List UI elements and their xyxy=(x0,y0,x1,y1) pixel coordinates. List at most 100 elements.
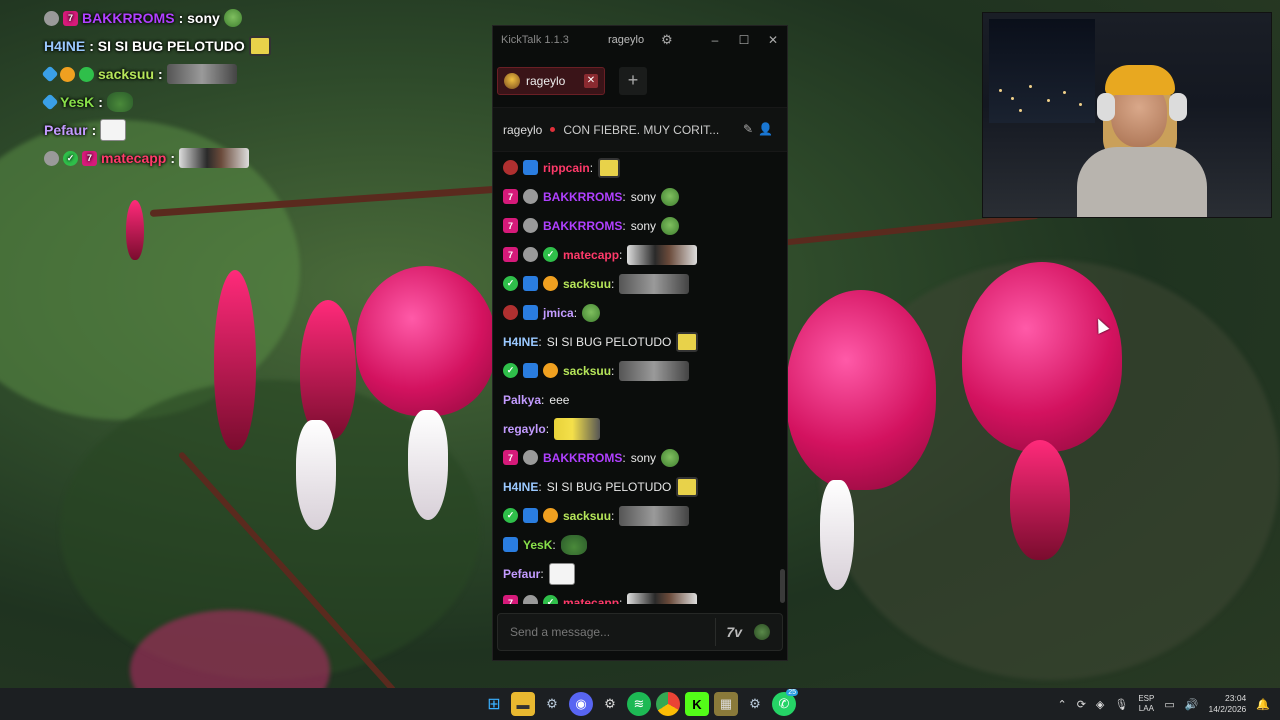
game-icon[interactable]: ▦ xyxy=(714,692,738,716)
subscriber-badge-icon: 7 xyxy=(82,150,97,166)
discord-icon[interactable]: ◉ xyxy=(569,692,593,716)
whatsapp-icon[interactable]: ✆ 25 xyxy=(772,689,798,716)
chat-username[interactable]: jmica xyxy=(543,306,574,320)
green-badge-icon: ✓ xyxy=(503,276,518,291)
chat-message[interactable]: H4INE: SI SI BUG PELOTUDO xyxy=(503,327,787,356)
chat-message[interactable]: regaylo: xyxy=(503,414,787,443)
photo-emote-icon xyxy=(619,273,690,294)
file-explorer-icon[interactable]: ▬ xyxy=(511,692,535,716)
message-input[interactable] xyxy=(510,625,716,639)
chat-message-text: eee xyxy=(549,392,570,407)
kicktalk-window: KickTalk 1.1.3 rageylo ⚙ – ☐ ✕ rageylo ✕… xyxy=(492,25,788,661)
taskbar-apps: ⊞ ▬ ⚙ ◉ ⚙ ≋ K ▦ ⚙ ✆ 25 xyxy=(482,689,798,716)
chat-message[interactable]: Pefaur: xyxy=(503,559,787,588)
windows-start-icon[interactable]: ⊞ xyxy=(482,692,506,716)
gear-icon[interactable]: ⚙ xyxy=(661,32,675,47)
chrome-icon[interactable] xyxy=(656,692,680,716)
chat-username[interactable]: sacksuu xyxy=(563,277,611,291)
chevron-up-icon[interactable]: ⌃ xyxy=(1057,698,1066,711)
spotify-icon[interactable]: ≋ xyxy=(627,692,651,716)
overlay-chat-line: 7 BAKKRROMS : sony xyxy=(44,4,334,32)
colon: : xyxy=(622,189,626,204)
emote-picker-icon[interactable] xyxy=(754,624,770,640)
minion-emote-icon xyxy=(554,417,601,440)
chat-username[interactable]: H4INE xyxy=(503,335,538,349)
microphone-icon[interactable]: 🎙 xyxy=(1114,698,1128,711)
blue-badge-icon xyxy=(523,363,538,378)
close-tab-icon[interactable]: ✕ xyxy=(584,73,598,88)
channel-username[interactable]: rageylo xyxy=(503,123,542,137)
webcam-feed xyxy=(982,12,1272,218)
chat-scrollbar[interactable] xyxy=(780,569,785,603)
chat-message[interactable]: 7 ✓ matecapp: xyxy=(503,588,787,604)
colon: : xyxy=(622,450,626,465)
chat-message[interactable]: rippcain: xyxy=(503,153,787,182)
7tv-emote-picker-icon[interactable]: 7v xyxy=(726,624,742,640)
steam-icon[interactable]: ⚙ xyxy=(540,692,564,716)
moderator-badge-icon xyxy=(41,93,59,111)
close-button[interactable]: ✕ xyxy=(763,31,783,49)
chat-username[interactable]: sacksuu xyxy=(563,364,611,378)
pin-icon[interactable]: ✎ xyxy=(743,122,753,136)
chat-username[interactable]: BAKKRROMS xyxy=(543,451,622,465)
chat-message[interactable]: ✓ sacksuu: xyxy=(503,501,787,530)
green-badge-icon: ✓ xyxy=(503,508,518,523)
chat-message[interactable]: Palkya: eee xyxy=(503,385,787,414)
settings-icon[interactable]: ⚙ xyxy=(598,692,622,716)
chat-message[interactable]: 7 BAKKRROMS: sony xyxy=(503,443,787,472)
chat-message[interactable]: YesK: xyxy=(503,530,787,559)
chat-username[interactable]: Palkya xyxy=(503,393,541,407)
chat-username[interactable]: YesK xyxy=(523,538,552,552)
titlebar-username[interactable]: rageylo xyxy=(608,34,644,46)
chat-messages[interactable]: rippcain:7 BAKKRROMS: sony 7 BAKKRROMS: sony 7… xyxy=(493,153,787,604)
chat-username[interactable]: H4INE xyxy=(503,480,538,494)
peepo-emote-icon xyxy=(106,92,133,112)
minimize-button[interactable]: – xyxy=(705,31,725,49)
sync-icon[interactable]: ⟳ xyxy=(1077,698,1086,711)
orange-badge-icon xyxy=(543,508,558,523)
sponge-emote-icon xyxy=(598,157,621,178)
photo-emote-icon xyxy=(619,505,690,526)
chat-username[interactable]: sacksuu xyxy=(563,509,611,523)
chat-message[interactable]: jmica: xyxy=(503,298,787,327)
chat-username[interactable]: rippcain xyxy=(543,161,590,175)
window-titlebar[interactable]: KickTalk 1.1.3 rageylo ⚙ – ☐ ✕ xyxy=(493,26,787,54)
overlay-chat-line: ✓ 7 matecapp : xyxy=(44,144,334,172)
chat-message[interactable]: 7 BAKKRROMS: sony xyxy=(503,211,787,240)
system-tray: ⌃ ⟳ ◈ 🎙 ESP LAA ▭ 🔊 23:04 14/2/2026 🔔 xyxy=(1057,688,1270,720)
chat-username[interactable]: matecapp xyxy=(563,248,619,262)
language-indicator[interactable]: ESP LAA xyxy=(1138,694,1154,714)
overlay-username: H4INE xyxy=(44,38,86,54)
network-icon[interactable]: ▭ xyxy=(1164,698,1174,711)
gray-badge-icon xyxy=(523,247,538,262)
chat-message[interactable]: 7 BAKKRROMS: sony xyxy=(503,182,787,211)
subscriber-badge-icon: 7 xyxy=(63,10,78,26)
colon: : xyxy=(552,537,556,552)
notifications-icon[interactable]: 🔔 xyxy=(1256,698,1270,711)
overlay-message: : xyxy=(98,94,103,110)
tab-rageylo[interactable]: rageylo ✕ xyxy=(497,66,605,95)
chat-username[interactable]: BAKKRROMS xyxy=(543,219,622,233)
chat-username[interactable]: regaylo xyxy=(503,422,546,436)
blue-badge-icon xyxy=(523,305,538,320)
divider xyxy=(715,618,717,646)
maximize-button[interactable]: ☐ xyxy=(734,31,754,49)
chat-username[interactable]: Pefaur xyxy=(503,567,540,581)
colon: : xyxy=(622,218,626,233)
volume-icon[interactable]: 🔊 xyxy=(1185,698,1199,711)
clock[interactable]: 23:04 14/2/2026 xyxy=(1208,693,1246,715)
kick-icon[interactable]: K xyxy=(685,692,709,716)
steam-client-icon[interactable]: ⚙ xyxy=(743,692,767,716)
user-icon[interactable]: 👤 xyxy=(758,122,773,136)
chat-message[interactable]: ✓ sacksuu: xyxy=(503,269,787,298)
add-tab-button[interactable]: + xyxy=(619,66,647,95)
chat-message[interactable]: H4INE: SI SI BUG PELOTUDO xyxy=(503,472,787,501)
chat-message[interactable]: 7 ✓ matecapp: xyxy=(503,240,787,269)
defender-icon[interactable]: ◈ xyxy=(1096,698,1104,711)
chat-username[interactable]: matecapp xyxy=(563,596,619,605)
chat-message[interactable]: ✓ sacksuu: xyxy=(503,356,787,385)
date-display: 14/2/2026 xyxy=(1208,704,1247,714)
chat-username[interactable]: BAKKRROMS xyxy=(543,190,622,204)
stream-overlay-chat: 7 BAKKRROMS : sony H4INE : SI SI BUG PEL… xyxy=(41,4,334,172)
green-badge-icon: ✓ xyxy=(503,363,518,378)
